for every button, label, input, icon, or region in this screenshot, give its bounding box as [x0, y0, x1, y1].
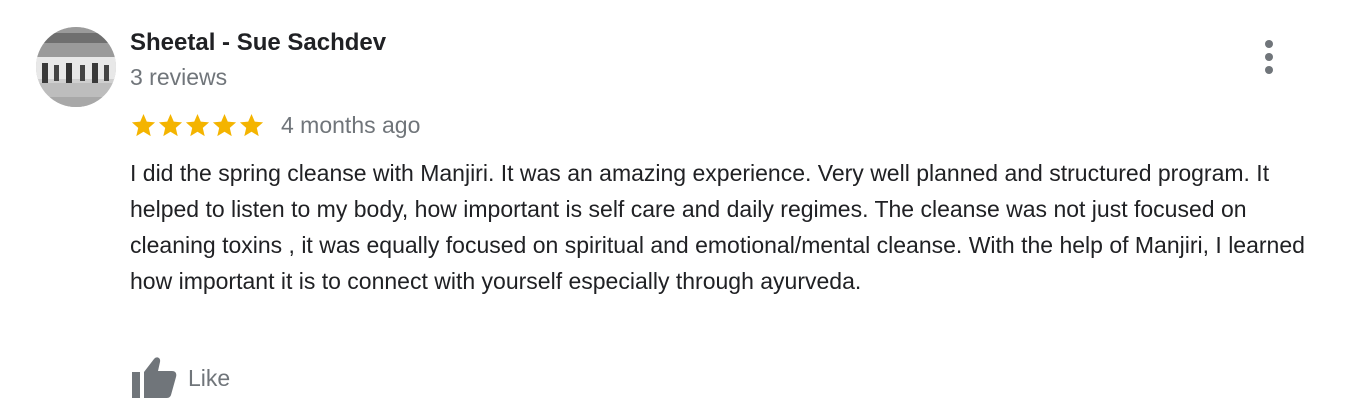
author-review-count[interactable]: 3 reviews — [130, 64, 227, 91]
star-icon — [158, 113, 183, 136]
review-date: 4 months ago — [281, 111, 421, 138]
review-text: I did the spring cleanse with Manjiri. I… — [130, 160, 1305, 294]
author-name[interactable]: Sheetal - Sue Sachdev — [130, 29, 386, 57]
star-icon — [239, 113, 264, 136]
star-icon — [185, 113, 210, 136]
like-label: Like — [188, 364, 231, 391]
thumbs-up-icon — [132, 357, 177, 398]
star-icon — [212, 113, 237, 136]
like-button[interactable]: Like — [130, 356, 230, 400]
avatar[interactable] — [36, 27, 116, 107]
star-icon — [131, 113, 156, 136]
star-rating — [130, 110, 265, 140]
review-card: Sheetal - Sue Sachdev 3 reviews 4 months… — [0, 0, 1364, 418]
more-vert-icon — [1265, 40, 1273, 48]
more-options-button[interactable] — [1252, 38, 1286, 76]
rating-row: 4 months ago — [130, 110, 420, 140]
